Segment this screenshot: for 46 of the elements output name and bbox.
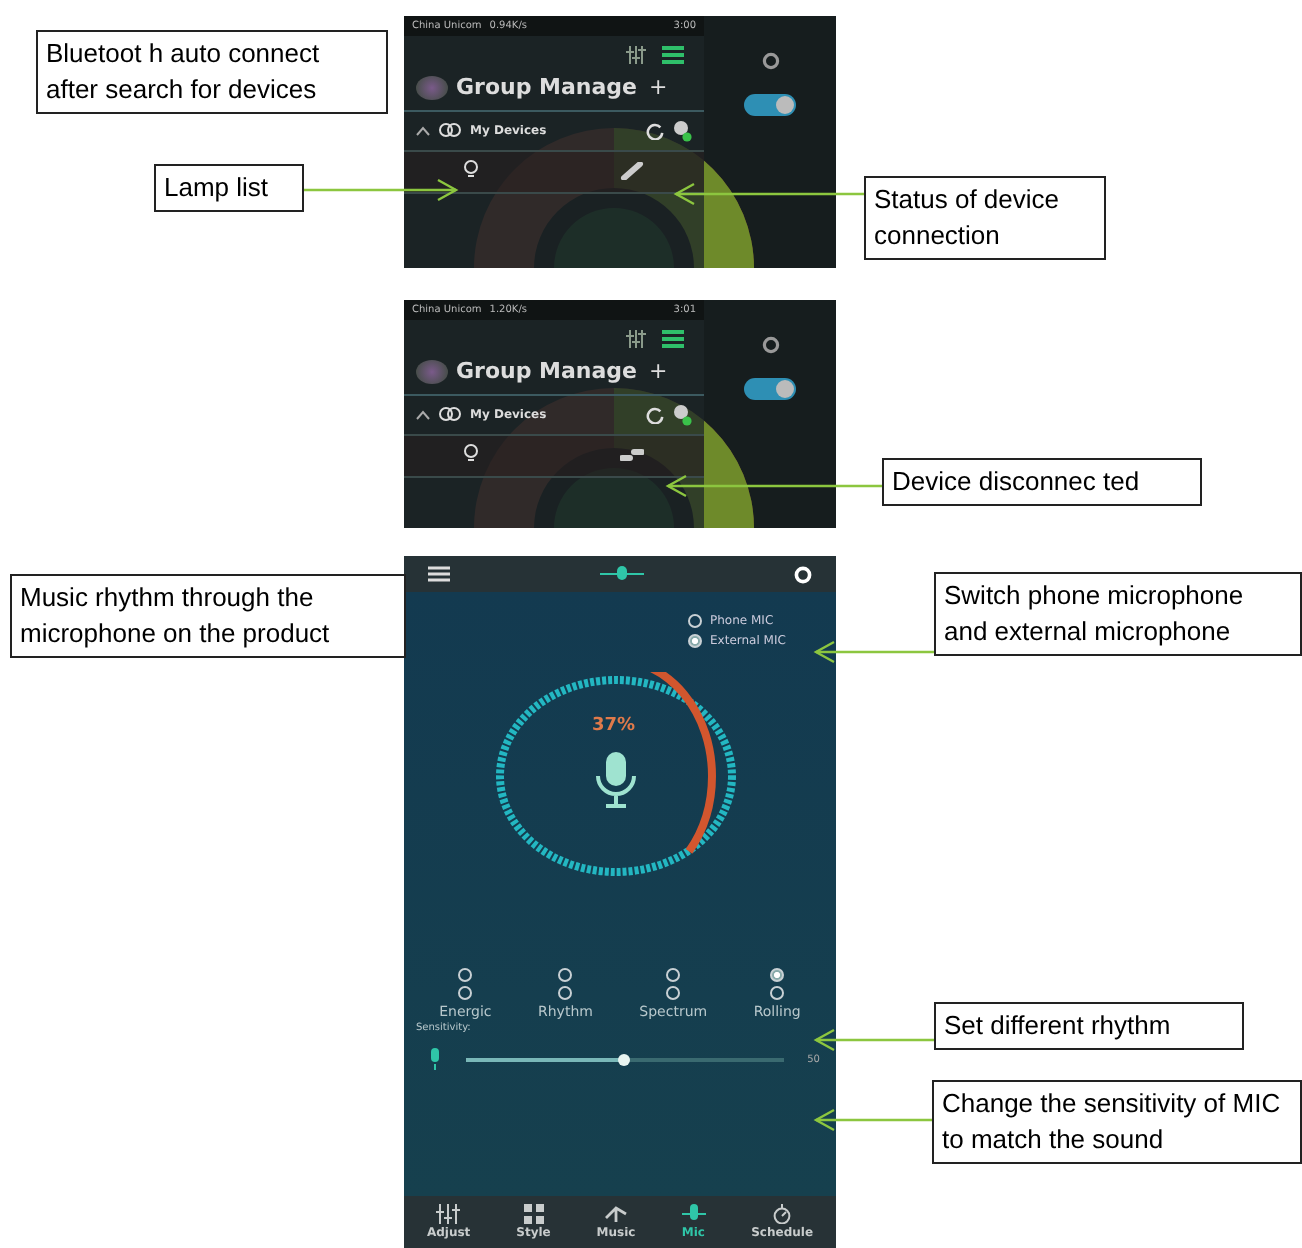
grid-icon <box>521 1204 546 1224</box>
callout-text: Music rhythm through the microphone on the product <box>10 574 406 659</box>
settings-icon[interactable] <box>761 52 779 70</box>
lamp-item[interactable] <box>404 152 704 194</box>
volume-percent: 37% <box>592 716 636 736</box>
group-color-icon <box>416 75 448 99</box>
group-color-icon <box>416 359 448 383</box>
sliders-icon <box>436 1204 461 1224</box>
refresh-icon[interactable] <box>646 122 664 140</box>
chevron-icon[interactable] <box>416 126 430 136</box>
leader-arrow <box>816 1028 934 1052</box>
group-title: Group Manage <box>456 358 638 384</box>
callout-text: Bluetoot h auto connect after search for devices <box>36 30 388 115</box>
bulbs-icon <box>438 405 462 425</box>
bulb-icon <box>464 160 478 180</box>
callout-text: Switch phone microphone and external microphone <box>934 572 1302 657</box>
bulb-add-icon[interactable] <box>672 404 692 426</box>
callout-text: Change the sensitivity of MIC to match the sound <box>932 1080 1302 1165</box>
microphone-icon <box>681 1204 706 1224</box>
callout-text: Lamp list <box>154 164 304 213</box>
equalizer-icon[interactable] <box>626 46 646 64</box>
microphone-icon <box>428 1048 442 1070</box>
list-icon[interactable] <box>662 46 684 64</box>
bulb-add-icon[interactable] <box>672 120 692 142</box>
stopwatch-icon <box>770 1204 795 1224</box>
power-toggle[interactable] <box>744 94 796 116</box>
add-button[interactable]: + <box>645 358 672 384</box>
leader-arrow <box>816 640 934 664</box>
add-button[interactable]: + <box>645 74 672 100</box>
microphone-logo-icon <box>600 566 644 582</box>
menu-icon[interactable] <box>428 566 450 582</box>
refresh-icon[interactable] <box>646 406 664 424</box>
equalizer-icon[interactable] <box>626 330 646 348</box>
callout-text: Device disconnec ted <box>882 458 1202 507</box>
group-title: Group Manage <box>456 74 638 100</box>
leader-arrow <box>816 1108 932 1132</box>
callout-text: Set different rhythm <box>934 1002 1244 1051</box>
lamp-item[interactable] <box>404 436 704 478</box>
power-toggle[interactable] <box>744 378 796 400</box>
microphone-icon[interactable] <box>596 752 636 808</box>
settings-icon[interactable] <box>761 336 779 354</box>
chevron-icon[interactable] <box>416 410 430 420</box>
bulb-icon <box>464 444 478 464</box>
callout-text: Status of device connection <box>864 176 1106 261</box>
bulbs-icon <box>438 121 462 141</box>
list-icon[interactable] <box>662 330 684 348</box>
